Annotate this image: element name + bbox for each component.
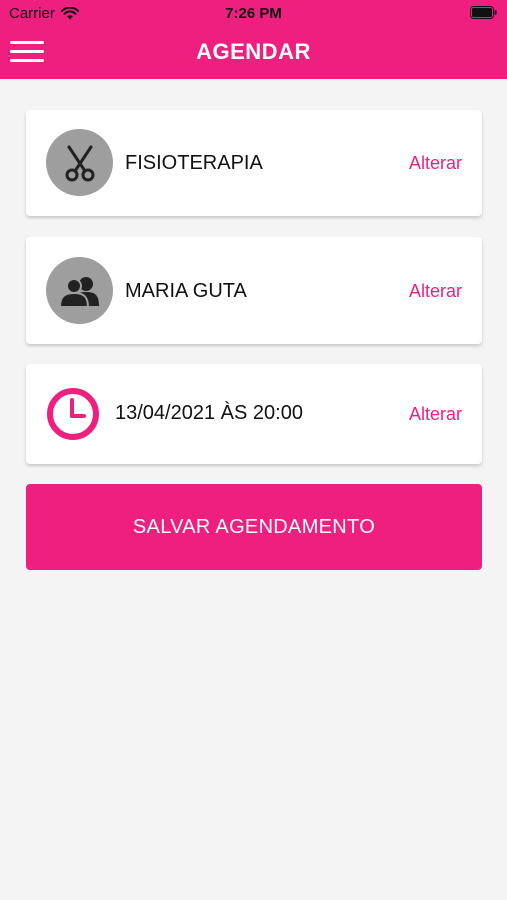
status-time: 7:26 PM — [225, 5, 282, 22]
clock-icon — [47, 388, 99, 440]
professional-card: MARIA GUTA Alterar — [26, 237, 482, 344]
service-card: FISIOTERAPIA Alterar — [26, 110, 482, 216]
save-appointment-button[interactable]: SALVAR AGENDAMENTO — [26, 484, 482, 570]
change-datetime-button[interactable]: Alterar — [409, 404, 462, 425]
datetime-card: 13/04/2021 ÀS 20:00 Alterar — [26, 364, 482, 464]
top-bar: Carrier 7:26 PM AGENDAR — [0, 0, 507, 79]
nav-bar: AGENDAR — [0, 28, 507, 79]
change-professional-button[interactable]: Alterar — [409, 281, 462, 302]
scissors-icon — [46, 129, 113, 196]
users-icon — [46, 257, 113, 324]
change-service-button[interactable]: Alterar — [409, 153, 462, 174]
page-title: AGENDAR — [196, 39, 311, 64]
datetime-label: 13/04/2021 ÀS 20:00 — [115, 402, 303, 424]
professional-label: MARIA GUTA — [125, 280, 247, 302]
status-bar: Carrier 7:26 PM — [0, 0, 507, 28]
service-label: FISIOTERAPIA — [125, 152, 263, 174]
battery-icon — [470, 6, 497, 19]
